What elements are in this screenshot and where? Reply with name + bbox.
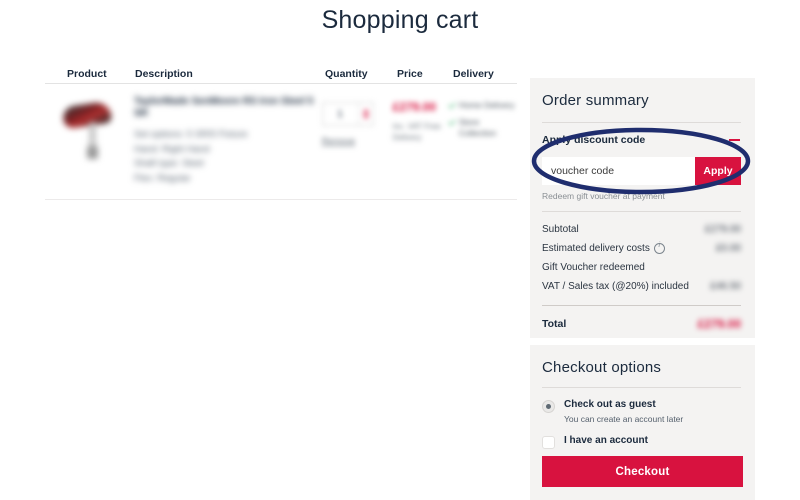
checkout-option-account[interactable]: I have an account — [542, 435, 741, 449]
summary-row-vat: VAT / Sales tax (@20%) included £46.50 — [542, 277, 741, 296]
page-title: Shopping cart — [321, 6, 479, 34]
cart-table: Product Description Quantity Price Deliv… — [45, 55, 517, 200]
product-price-note: Inc. VAT Free Delivery — [392, 122, 441, 143]
voucher-note: Redeem gift voucher at payment — [542, 191, 665, 201]
divider — [542, 122, 741, 123]
info-icon[interactable] — [653, 242, 665, 254]
divider — [542, 305, 741, 306]
summary-row-gift-voucher: Gift Voucher redeemed — [542, 258, 741, 277]
summary-row-total: Total £279.00 — [542, 317, 741, 331]
divider — [542, 211, 741, 212]
delivery-option: Store Collection — [448, 117, 517, 139]
apply-discount-header[interactable]: Apply discount code — [542, 134, 741, 146]
quantity-stepper[interactable]: 1 — [321, 102, 374, 126]
checkout-option-label: Check out as guest — [564, 399, 656, 410]
cart-table-header: Product Description Quantity Price Deliv… — [45, 55, 517, 84]
check-icon — [448, 101, 456, 109]
product-image[interactable] — [59, 96, 115, 162]
product-attribute: Hand: Right Hand — [134, 143, 210, 155]
apply-voucher-button[interactable]: Apply — [695, 157, 741, 185]
checkout-option-subtext: You can create an account later — [564, 414, 684, 424]
total-value: £279.00 — [697, 317, 741, 331]
quantity-decrease-icon[interactable] — [362, 115, 369, 119]
summary-label: Subtotal — [542, 224, 579, 235]
shopping-cart-page: Shopping cart Product Description Quanti… — [0, 0, 800, 500]
column-header-description: Description — [135, 68, 193, 80]
summary-label: VAT / Sales tax (@20%) included — [542, 281, 689, 292]
radio-unselected-icon[interactable] — [542, 436, 555, 449]
remove-item-link[interactable]: Remove — [322, 136, 393, 146]
summary-label: Gift Voucher redeemed — [542, 262, 645, 273]
product-attribute: Set options: 5 SR/5 Fixture — [134, 129, 248, 140]
delivery-option-label: Store Collection — [458, 117, 497, 139]
product-price: £279.00 — [392, 100, 437, 114]
voucher-code-input[interactable] — [542, 157, 695, 185]
apply-discount-label: Apply discount code — [542, 134, 646, 146]
summary-value: £0.00 — [715, 243, 741, 254]
table-row: TaylorMade SenMoore RS Iron Steel 5 SR S… — [45, 84, 517, 200]
column-header-delivery: Delivery — [453, 68, 494, 80]
product-quantity-cell: 1 Remove — [321, 96, 393, 187]
voucher-code-row: Apply — [542, 157, 741, 185]
checkout-option-label: I have an account — [564, 435, 648, 446]
summary-row-subtotal: Subtotal £279.00 — [542, 220, 741, 239]
column-header-price: Price — [397, 68, 423, 80]
product-description-cell: TaylorMade SenMoore RS Iron Steel 5 SR S… — [134, 96, 322, 187]
quantity-value: 1 — [337, 108, 343, 120]
summary-label: Estimated delivery costs — [542, 243, 650, 254]
product-attribute: Shaft type: Steel — [134, 158, 204, 170]
delivery-option-label: Home Delivery — [458, 100, 515, 110]
quantity-increase-icon[interactable] — [362, 109, 369, 113]
product-delivery-cell: Home Delivery Store Collection — [448, 96, 517, 187]
checkout-button[interactable]: Checkout — [542, 456, 743, 487]
checkout-options-panel: Checkout options Check out as guest You … — [530, 345, 755, 500]
summary-row-delivery: Estimated delivery costs £0.00 — [542, 239, 741, 258]
product-price-cell: £279.00 Inc. VAT Free Delivery — [393, 96, 448, 187]
quantity-arrows[interactable] — [357, 103, 373, 125]
radio-selected-icon[interactable] — [542, 400, 555, 413]
order-summary-panel: Order summary Apply discount code Apply … — [530, 78, 755, 338]
summary-value: £279.00 — [704, 224, 741, 235]
summary-value: £46.50 — [710, 281, 741, 292]
total-label: Total — [542, 318, 567, 330]
delivery-option: Home Delivery — [448, 100, 517, 111]
product-title[interactable]: TaylorMade SenMoore RS Iron Steel 5 SR — [134, 96, 322, 120]
order-summary-title: Order summary — [542, 92, 649, 109]
column-header-quantity: Quantity — [325, 68, 368, 80]
product-thumbnail-cell[interactable] — [45, 96, 134, 187]
divider — [542, 387, 741, 388]
checkout-option-guest[interactable]: Check out as guest You can create an acc… — [542, 399, 741, 424]
column-header-product: Product — [67, 68, 107, 80]
checkout-options-title: Checkout options — [542, 359, 662, 376]
check-icon — [448, 118, 456, 126]
product-attribute: Flex: Regular — [134, 173, 191, 185]
minus-icon[interactable] — [729, 139, 740, 141]
